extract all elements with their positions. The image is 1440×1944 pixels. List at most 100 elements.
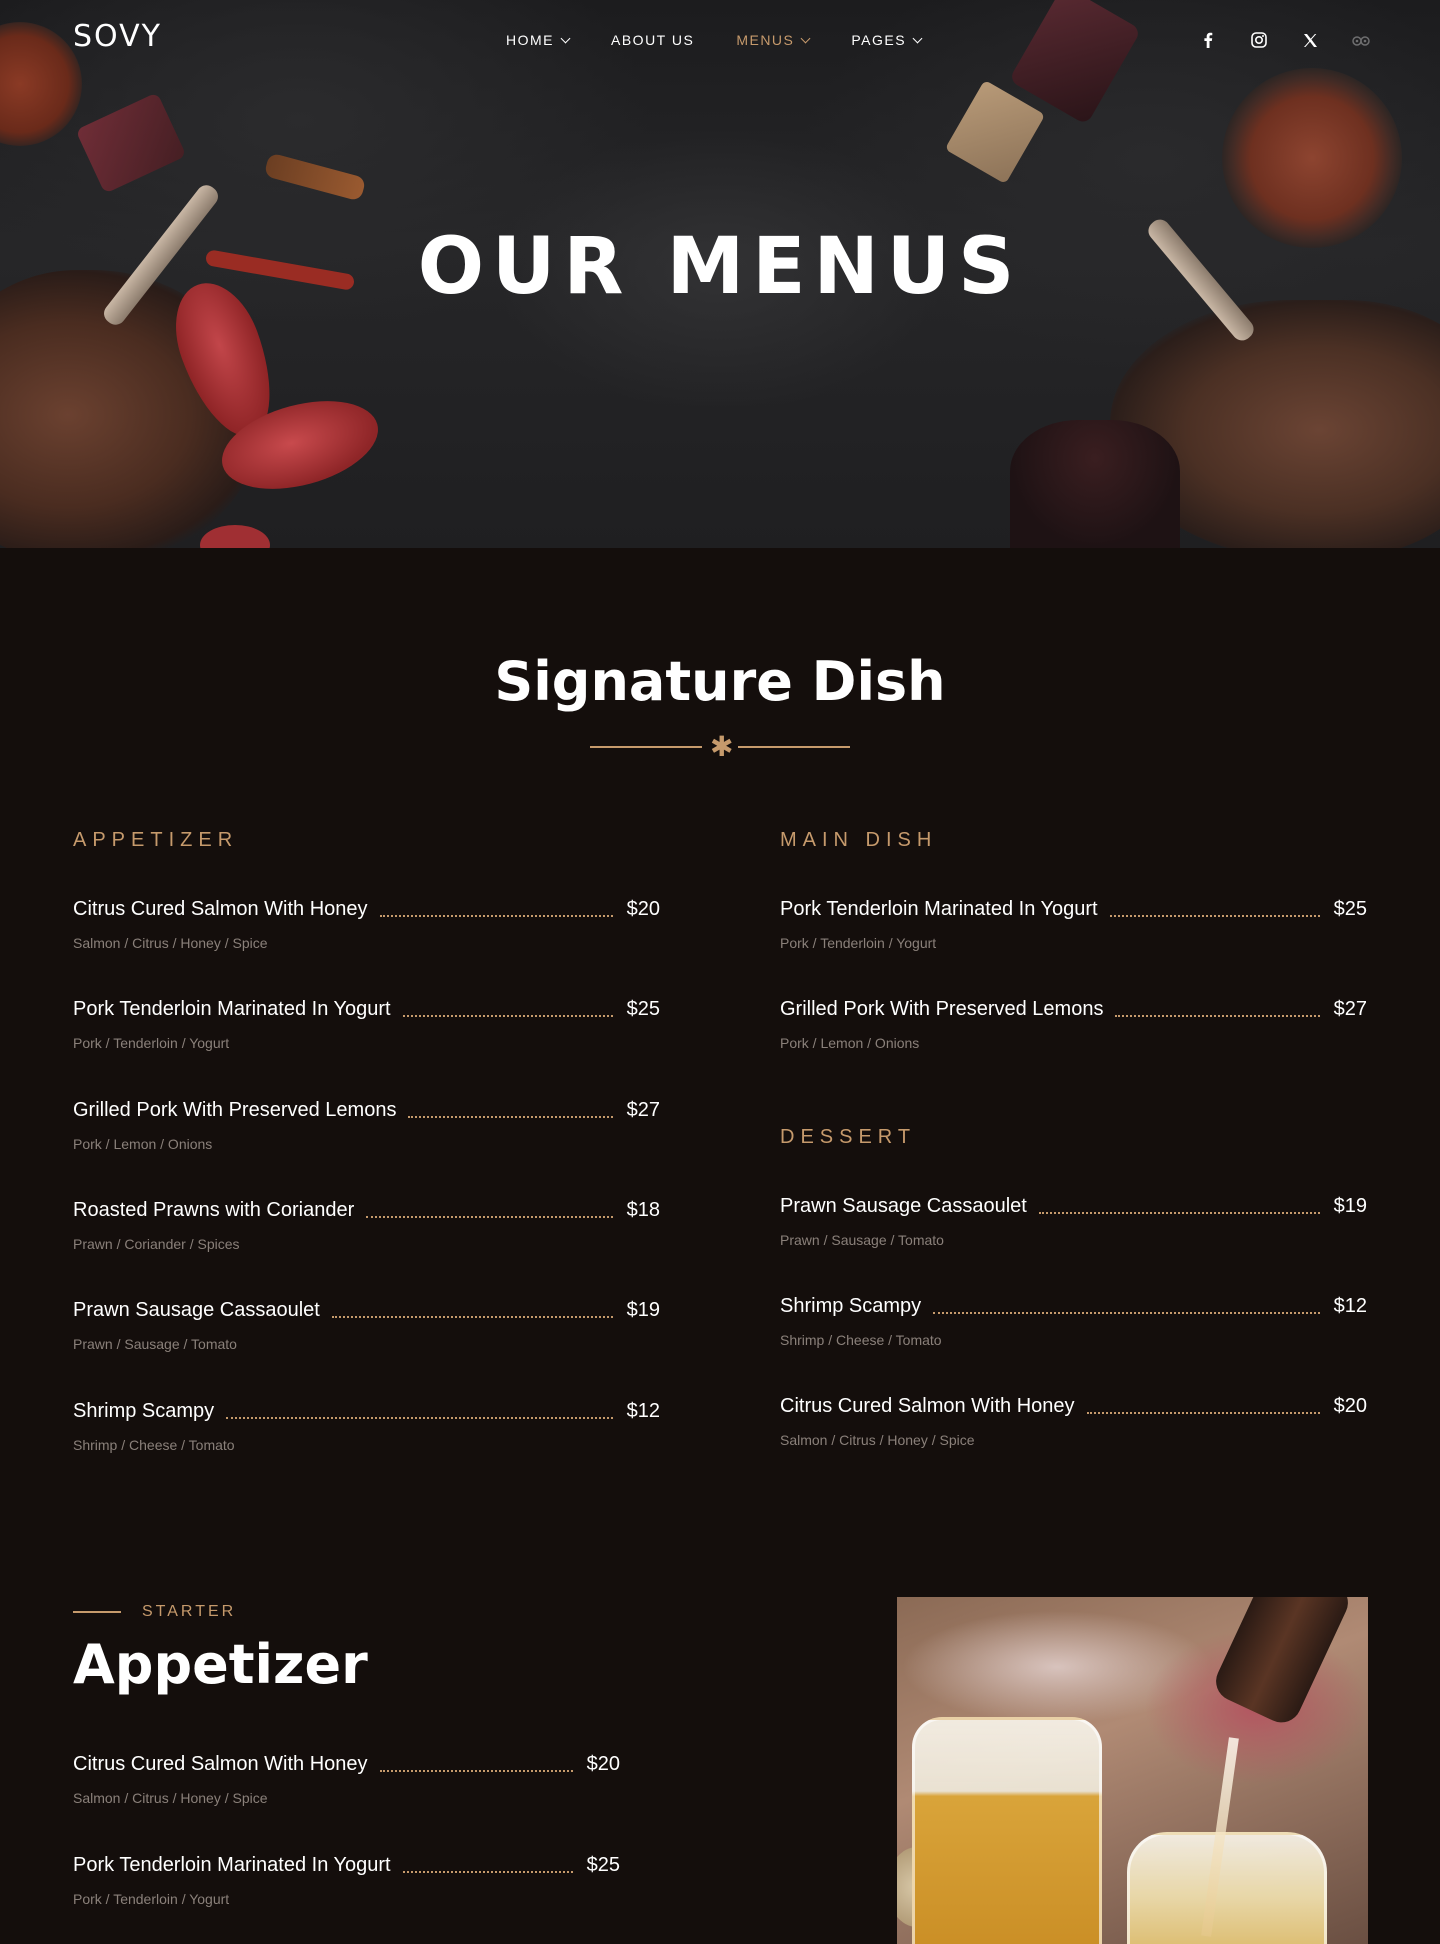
chevron-down-icon	[912, 33, 923, 43]
menu-item-name: Citrus Cured Salmon With Honey	[73, 898, 368, 920]
instagram-icon[interactable]	[1247, 28, 1271, 52]
menu-item-name: Roasted Prawns with Coriander	[73, 1199, 355, 1221]
menu-item-price: $20	[626, 898, 660, 920]
menu-item: Citrus Cured Salmon With Honey $20 Salmon…	[73, 897, 660, 967]
menu-item-name: Prawn Sausage Cassaoulet	[780, 1195, 1027, 1217]
beer-bottle-image	[1209, 1597, 1355, 1729]
chevron-down-icon	[800, 33, 811, 43]
beer-charcuterie-photo	[897, 1597, 1368, 1944]
menu-item-name: Shrimp Scampy	[780, 1295, 922, 1317]
dotted-leader	[1115, 1015, 1320, 1017]
starter-accent-line	[73, 1611, 121, 1613]
menu-item-ingredients: Prawn / Coriander / Spices	[73, 1236, 240, 1252]
wine-glass-image	[1010, 420, 1180, 548]
nav-item-home[interactable]: HOME	[506, 30, 571, 50]
section-title: Signature Dish	[494, 650, 946, 713]
tea-glass-image	[1222, 68, 1402, 248]
menu-item-ingredients: Pork / Lemon / Onions	[73, 1136, 213, 1152]
nav-item-menus[interactable]: MENUS	[736, 30, 811, 50]
nav-item-label: PAGES	[851, 32, 907, 48]
menu-item: Citrus Cured Salmon With Honey $20 Salmon…	[780, 1394, 1367, 1464]
menu-item-price: $25	[586, 1854, 620, 1876]
dotted-leader	[1038, 1212, 1320, 1214]
cork-image	[944, 79, 1046, 185]
site-logo[interactable]: SOVY	[73, 19, 162, 54]
dotted-leader	[226, 1417, 613, 1419]
appetizer-section-title: Appetizer	[73, 1633, 368, 1696]
menu-item-price: $20	[1333, 1395, 1367, 1417]
beer-glass-image	[912, 1717, 1102, 1944]
dotted-leader	[379, 915, 613, 917]
page-title: OUR MENUS	[417, 222, 1023, 312]
main-nav: HOME ABOUT US MENUS PAGES	[506, 30, 963, 50]
menu-item-price: $25	[626, 998, 660, 1020]
menu-item-ingredients: Prawn / Sausage / Tomato	[780, 1232, 944, 1248]
menu-item-price: $19	[1333, 1195, 1367, 1217]
menu-item-price: $27	[1333, 998, 1367, 1020]
starter-label: STARTER	[142, 1603, 237, 1620]
category-label-appetizer: APPETIZER	[73, 829, 239, 851]
asterisk-icon: ✱	[710, 731, 734, 762]
menu-item: Prawn Sausage Cassaoulet $19 Prawn / Saus…	[73, 1298, 660, 1368]
x-twitter-icon[interactable]	[1298, 28, 1322, 52]
hero-banner: SOVY HOME ABOUT US MENUS PAGES OUR MENUS	[0, 0, 1440, 548]
social-links	[1196, 28, 1400, 52]
dotted-leader	[402, 1015, 613, 1017]
dotted-leader	[331, 1316, 613, 1318]
menu-item: Shrimp Scampy $12 Shrimp / Cheese / Tomat…	[780, 1294, 1367, 1364]
menu-item-ingredients: Shrimp / Cheese / Tomato	[780, 1332, 942, 1348]
cinnamon-image	[263, 152, 367, 202]
facebook-icon[interactable]	[1196, 28, 1220, 52]
menu-item: Citrus Cured Salmon With Honey $20 Salmon…	[73, 1752, 620, 1822]
menu-item-name: Pork Tenderloin Marinated In Yogurt	[780, 898, 1098, 920]
nav-item-label: HOME	[506, 32, 554, 48]
spice-vial-image	[75, 92, 187, 194]
menu-item-price: $20	[586, 1753, 620, 1775]
menu-item-ingredients: Shrimp / Cheese / Tomato	[73, 1437, 235, 1453]
menu-item: Grilled Pork With Preserved Lemons $27 Po…	[780, 997, 1367, 1067]
beer-glass-image	[1127, 1832, 1327, 1944]
title-divider: ✱	[590, 731, 850, 762]
dotted-leader	[402, 1871, 573, 1873]
menu-item-name: Shrimp Scampy	[73, 1400, 215, 1422]
divider-line	[738, 746, 850, 748]
dotted-leader	[379, 1770, 573, 1772]
menu-item-name: Pork Tenderloin Marinated In Yogurt	[73, 1854, 391, 1876]
tripadvisor-icon[interactable]	[1349, 28, 1373, 52]
dotted-leader	[1109, 915, 1320, 917]
dotted-leader	[933, 1312, 1320, 1314]
dotted-leader	[366, 1216, 613, 1218]
menu-item-name: Citrus Cured Salmon With Honey	[73, 1753, 368, 1775]
menu-item: Pork Tenderloin Marinated In Yogurt $25 P…	[73, 997, 660, 1067]
menu-item-price: $19	[626, 1299, 660, 1321]
menu-item-name: Citrus Cured Salmon With Honey	[780, 1395, 1075, 1417]
menu-item-ingredients: Salmon / Citrus / Honey / Spice	[780, 1432, 975, 1448]
divider-line	[590, 746, 702, 748]
menu-item: Grilled Pork With Preserved Lemons $27 Po…	[73, 1098, 660, 1168]
menu-item: Roasted Prawns with Coriander $18 Prawn /…	[73, 1198, 660, 1268]
nav-item-label: MENUS	[736, 32, 795, 48]
category-label-dessert: DESSERT	[780, 1126, 917, 1148]
menu-item: Pork Tenderloin Marinated In Yogurt $25 P…	[73, 1853, 620, 1923]
menu-item-ingredients: Salmon / Citrus / Honey / Spice	[73, 935, 268, 951]
dotted-leader	[408, 1116, 613, 1118]
menu-item-ingredients: Pork / Tenderloin / Yogurt	[73, 1891, 230, 1907]
menu-item-ingredients: Prawn / Sausage / Tomato	[73, 1336, 237, 1352]
menu-item-name: Prawn Sausage Cassaoulet	[73, 1299, 320, 1321]
menu-item-name: Grilled Pork With Preserved Lemons	[780, 998, 1104, 1020]
nav-item-about-us[interactable]: ABOUT US	[611, 30, 694, 50]
menu-item-name: Grilled Pork With Preserved Lemons	[73, 1099, 397, 1121]
dotted-leader	[1086, 1412, 1320, 1414]
menu-item-ingredients: Pork / Lemon / Onions	[780, 1035, 920, 1051]
tomato-image	[200, 525, 270, 548]
nav-item-pages[interactable]: PAGES	[851, 30, 923, 50]
menu-item-ingredients: Salmon / Citrus / Honey / Spice	[73, 1790, 268, 1806]
menu-item: Pork Tenderloin Marinated In Yogurt $25 P…	[780, 897, 1367, 967]
menu-item-name: Pork Tenderloin Marinated In Yogurt	[73, 998, 391, 1020]
menu-item-ingredients: Pork / Tenderloin / Yogurt	[73, 1035, 230, 1051]
menu-item: Shrimp Scampy $12 Shrimp / Cheese / Tomat…	[73, 1399, 660, 1469]
nav-item-label: ABOUT US	[611, 32, 695, 48]
menu-item-price: $25	[1333, 898, 1367, 920]
menu-item: Prawn Sausage Cassaoulet $19 Prawn / Saus…	[780, 1194, 1367, 1264]
menu-item-price: $27	[626, 1099, 660, 1121]
